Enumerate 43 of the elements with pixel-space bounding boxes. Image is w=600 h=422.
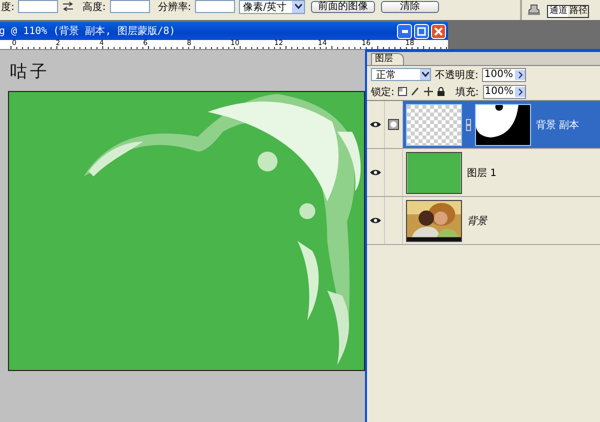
eye-icon[interactable] [370, 217, 381, 224]
layer-row[interactable]: 图层 1 [367, 149, 600, 197]
layer-name: 图层 1 [467, 166, 497, 180]
eye-icon[interactable] [370, 121, 381, 128]
lock-transparency-icon[interactable] [398, 87, 408, 96]
field-label: 度: [1, 0, 14, 14]
close-button[interactable] [431, 24, 446, 38]
dropdown-arrow-icon [420, 69, 430, 80]
swap-icon[interactable] [62, 2, 74, 11]
layer-name: 背景 [467, 214, 487, 228]
eye-icon[interactable] [370, 169, 381, 176]
clear-button[interactable]: 清除 [381, 0, 440, 12]
layer-row[interactable]: 背景 [367, 197, 600, 245]
maximize-button[interactable] [414, 24, 429, 38]
palette-tab[interactable]: 路径 [568, 6, 588, 17]
mask-icon [388, 119, 399, 130]
opacity-field[interactable]: 100% [482, 68, 526, 82]
input-field[interactable] [110, 0, 150, 13]
field-label: 高度: [82, 0, 106, 14]
front-image-button[interactable]: 前面的图像 [311, 0, 376, 12]
lock-label: 锁定: [371, 86, 394, 98]
brush-icon[interactable] [411, 87, 420, 96]
palette-tab[interactable]: 通道 [548, 6, 568, 17]
lock-icon[interactable] [437, 87, 446, 96]
layers-tab[interactable]: 图层 [371, 53, 404, 65]
link-icon[interactable] [466, 118, 471, 130]
fill-field[interactable]: 100% [482, 84, 526, 98]
input-field[interactable] [195, 0, 236, 13]
input-field[interactable] [18, 0, 58, 13]
layer-name: 背景 副本 [536, 118, 580, 132]
opacity-label: 不透明度: [435, 68, 478, 82]
stamp-icon[interactable] [527, 4, 542, 16]
unit-dropdown[interactable]: 像素/英寸 [239, 0, 306, 14]
move-icon[interactable] [424, 87, 434, 96]
minimize-button[interactable] [397, 24, 412, 38]
mask-thumbnail [475, 104, 531, 146]
blend-mode-dropdown[interactable]: 正常 [371, 68, 431, 81]
layer-thumbnail [406, 152, 462, 194]
minimize-icon [402, 30, 408, 32]
signature-text: 咕子 [10, 62, 50, 82]
transparent-thumbnail [406, 104, 462, 146]
field-label: 分辨率: [158, 0, 192, 14]
fill-label: 填充: [455, 86, 479, 98]
